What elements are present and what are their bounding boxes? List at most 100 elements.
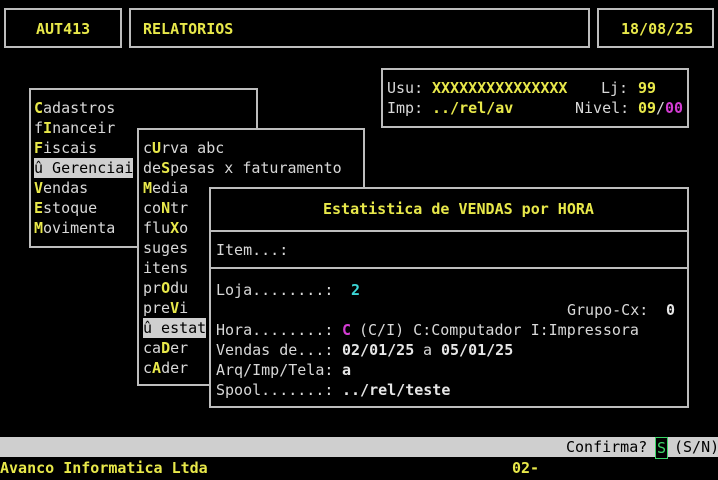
footer-code: 02- bbox=[512, 459, 540, 477]
nivel-label: Nivel: bbox=[575, 99, 630, 117]
imp-value: ../rel/av bbox=[432, 99, 514, 117]
arq-label: Arq/Imp/Tela: bbox=[216, 361, 334, 379]
menu-item-text: c bbox=[143, 139, 153, 157]
menu-item[interactable]: û estat bbox=[143, 318, 207, 338]
menu-item[interactable]: preVi bbox=[143, 298, 188, 318]
menu-item-text: suges bbox=[143, 239, 189, 257]
menu-item[interactable]: û Gerenciai bbox=[34, 158, 134, 178]
menu-item-hotkey: M bbox=[143, 179, 153, 197]
menu-item-text: tr bbox=[170, 199, 189, 217]
menu-item[interactable]: fInanceir bbox=[34, 118, 115, 138]
menu-item[interactable]: deSpesas x faturamento bbox=[143, 158, 342, 178]
menu-item[interactable]: Fiscais bbox=[34, 138, 97, 158]
menu-item-hotkey: V bbox=[170, 299, 180, 317]
menu-item-hotkey: E bbox=[34, 199, 44, 217]
dialog-divider bbox=[211, 267, 687, 269]
lj-label: Lj: bbox=[601, 79, 629, 97]
menu-item-hotkey: U bbox=[152, 139, 162, 157]
menu-item[interactable]: Vendas bbox=[34, 178, 88, 198]
menu-item[interactable]: cUrva abc bbox=[143, 138, 224, 158]
menu-item-text: co bbox=[143, 199, 162, 217]
menu-item-text: ovimenta bbox=[43, 219, 116, 237]
menu-item[interactable]: cAder bbox=[143, 358, 188, 378]
menu-item[interactable]: Cadastros bbox=[34, 98, 115, 118]
loja-value[interactable]: 2 bbox=[351, 280, 360, 300]
menu-item-text: du bbox=[170, 279, 189, 297]
menu-item-text: pre bbox=[143, 299, 171, 317]
menu-item-hotkey: V bbox=[34, 179, 44, 197]
vendas-label: Vendas de...: bbox=[216, 341, 334, 359]
page-title: RELATORIOS bbox=[143, 20, 234, 38]
menu-item-text: pr bbox=[143, 279, 162, 297]
menu-item[interactable]: prOdu bbox=[143, 278, 188, 298]
menu-item[interactable]: fluXo bbox=[143, 218, 188, 238]
arq-value[interactable]: a bbox=[342, 360, 351, 380]
program-code: AUT413 bbox=[36, 20, 91, 38]
menu-item[interactable]: itens bbox=[143, 258, 188, 278]
current-date: 18/08/25 bbox=[621, 20, 694, 38]
menu-item-text: der bbox=[161, 359, 189, 377]
usu-label: Usu: bbox=[387, 79, 424, 97]
menu-item-hotkey: O bbox=[161, 279, 171, 297]
menu-item-text: f bbox=[34, 119, 44, 137]
menu-item[interactable]: Estoque bbox=[34, 198, 97, 218]
company-name: Avanco Informatica Ltda bbox=[0, 459, 208, 477]
date-box: 18/08/25 bbox=[597, 8, 714, 48]
loja-label: Loja........: bbox=[216, 281, 334, 299]
vendas-from[interactable]: 02/01/25 bbox=[342, 340, 414, 360]
menu-item[interactable]: coNtr bbox=[143, 198, 188, 218]
menu-item-text: û estat bbox=[143, 319, 207, 337]
spool-label: Spool.......: bbox=[216, 381, 334, 399]
program-code-box: AUT413 bbox=[4, 8, 122, 48]
menu-item[interactable]: Media bbox=[143, 178, 188, 198]
vendas-a: a bbox=[423, 341, 433, 359]
menu-item-hotkey: S bbox=[161, 159, 171, 177]
menu-item-hotkey: M bbox=[34, 219, 44, 237]
menu-item-text: û Gerenciai bbox=[34, 159, 134, 177]
menu-item-text: c bbox=[143, 359, 153, 377]
menu-item-text: o bbox=[179, 219, 189, 237]
grupo-cx-label: Grupo-Cx: bbox=[567, 301, 649, 319]
menu-item-hotkey: N bbox=[161, 199, 171, 217]
sales-by-hour-dialog: Estatistica de VENDAS por HORA Item...: … bbox=[209, 187, 689, 408]
confirm-options: (S/N) bbox=[674, 438, 718, 456]
menu-item-text: itens bbox=[143, 259, 189, 277]
menu-item[interactable]: suges bbox=[143, 238, 188, 258]
user-info-box: Usu: XXXXXXXXXXXXXXX Lj: 99 Imp: ../rel/… bbox=[381, 68, 689, 128]
menu-item-hotkey: C bbox=[34, 99, 44, 117]
dialog-divider bbox=[211, 230, 687, 232]
title-box: RELATORIOS bbox=[129, 8, 590, 48]
menu-item-text: de bbox=[143, 159, 162, 177]
menu-item-text: flu bbox=[143, 219, 171, 237]
menu-item-text: pesas x faturamento bbox=[170, 159, 342, 177]
hora-label: Hora........: bbox=[216, 321, 334, 339]
menu-item-text: i bbox=[179, 299, 189, 317]
nivel-value-b: 00 bbox=[665, 99, 684, 117]
imp-label: Imp: bbox=[387, 99, 424, 117]
menu-item-text: iscais bbox=[43, 139, 98, 157]
status-bar: Confirma? S (S/N) bbox=[0, 437, 718, 459]
menu-item[interactable]: Movimenta bbox=[34, 218, 115, 238]
nivel-separator: / bbox=[656, 99, 666, 117]
menu-item-text: nanceir bbox=[52, 119, 116, 137]
hora-value[interactable]: C bbox=[342, 320, 351, 340]
usu-value: XXXXXXXXXXXXXXX bbox=[432, 79, 568, 97]
confirm-input[interactable]: S bbox=[655, 437, 669, 459]
menu-item-hotkey: A bbox=[152, 359, 162, 377]
menu-item-text: rva abc bbox=[161, 139, 225, 157]
grupo-cx-value[interactable]: 0 bbox=[666, 300, 675, 320]
menu-item-hotkey: X bbox=[170, 219, 180, 237]
menu-item[interactable]: caDer bbox=[143, 338, 188, 358]
vendas-to[interactable]: 05/01/25 bbox=[441, 340, 513, 360]
menu-item-text: ca bbox=[143, 339, 162, 357]
dialog-title: Estatistica de VENDAS por HORA bbox=[323, 200, 594, 218]
menu-item-text: endas bbox=[43, 179, 89, 197]
menu-item-hotkey: I bbox=[43, 119, 53, 137]
lj-value: 99 bbox=[638, 79, 657, 97]
menu-item-text: er bbox=[170, 339, 189, 357]
menu-item-text: stoque bbox=[43, 199, 98, 217]
item-label[interactable]: Item...: bbox=[216, 240, 288, 260]
menu-item-hotkey: F bbox=[34, 139, 44, 157]
menu-item-text: edia bbox=[152, 179, 189, 197]
spool-value[interactable]: ../rel/teste bbox=[342, 380, 450, 400]
